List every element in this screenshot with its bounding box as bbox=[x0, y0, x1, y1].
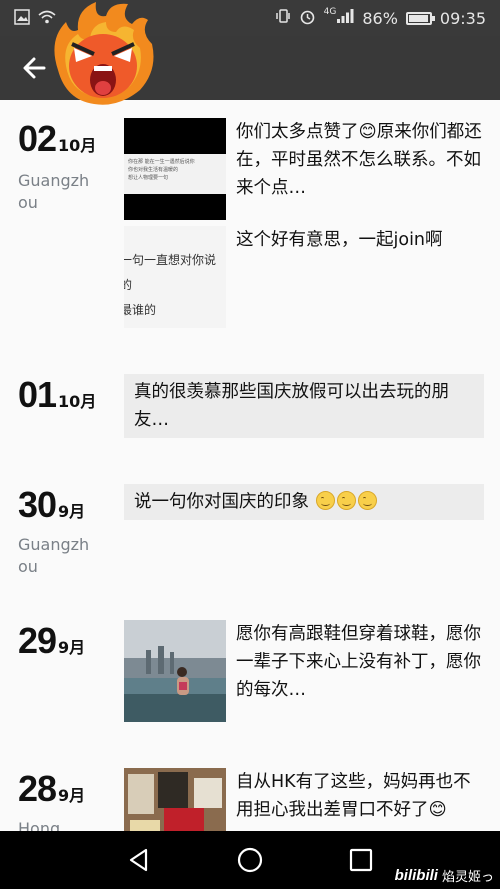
triangle-back-icon[interactable] bbox=[124, 845, 154, 875]
network-type: 4G bbox=[323, 7, 337, 17]
post-text[interactable]: 自从HK有了这些，妈妈再也不用担心我出差胃口不好了😊 bbox=[236, 768, 486, 824]
entry-date: 29 9月 bbox=[18, 620, 85, 662]
entry-day: 01 bbox=[18, 374, 57, 415]
entry-month: 10月 bbox=[58, 136, 97, 155]
battery-icon bbox=[405, 11, 435, 25]
signal-icon bbox=[336, 8, 354, 28]
thumbnail-text: 最谁的 bbox=[124, 303, 157, 317]
thumbnail-text: 一句一直想对你说的 bbox=[124, 253, 217, 292]
square-recents-icon[interactable] bbox=[346, 845, 376, 875]
text-post-bubble[interactable]: 说一句你对国庆的印象 bbox=[124, 484, 484, 520]
smile-emoji-icon bbox=[357, 491, 377, 510]
entry-day: 02 bbox=[18, 118, 57, 159]
thumbnail-text: 你也对我生活有温暖的 bbox=[128, 167, 179, 173]
entry-day: 30 bbox=[18, 484, 57, 525]
watermark-text: 焰灵姬っ bbox=[441, 870, 494, 885]
entry-month: 9月 bbox=[58, 502, 86, 521]
system-nav-bar: bilibili 焰灵姬っ bbox=[0, 831, 500, 889]
entry-day: 28 bbox=[18, 768, 57, 809]
thumbnail-text: 想让人物理要一句 bbox=[128, 175, 169, 181]
pool-photo bbox=[124, 620, 226, 722]
vibrate-icon bbox=[275, 8, 291, 28]
entry-month: 9月 bbox=[58, 786, 86, 805]
post-text[interactable]: 这个好有意思，一起join啊 bbox=[236, 226, 486, 254]
gallery-notification-icon bbox=[14, 8, 30, 28]
watermark: bilibili 焰灵姬っ bbox=[395, 866, 494, 885]
post-thumbnail[interactable] bbox=[124, 768, 226, 831]
post-text[interactable]: 你们太多点赞了😊原来你们都还在，平时虽然不怎么联系。不如来个点… bbox=[236, 118, 486, 202]
entry-location: Guangzhou bbox=[18, 171, 90, 212]
entry-date: 28 9月 bbox=[18, 768, 85, 810]
entry-month: 9月 bbox=[58, 638, 86, 657]
entry-date: 01 10月 bbox=[18, 374, 96, 416]
thumbnail-text: 一句 bbox=[124, 323, 226, 328]
post-thumbnail[interactable]: 一句一直想对你说的 最谁的 一句 bbox=[124, 226, 226, 328]
entry-day: 29 bbox=[18, 620, 57, 661]
angry-flame-face-avatar[interactable] bbox=[48, 0, 158, 108]
post-thumbnail[interactable]: 你在那 能在一生一遇然后说你 你也对我生活有温暖的 想让人物理要一句 bbox=[124, 118, 226, 220]
battery-percent: 86% bbox=[362, 8, 398, 28]
entry-location: Guangzhou bbox=[18, 535, 90, 576]
thumbnail-text: 你在那 能在一生一遇然后说你 bbox=[128, 159, 195, 165]
circle-home-icon[interactable] bbox=[235, 845, 265, 875]
post-thumbnail[interactable] bbox=[124, 620, 226, 722]
post-text[interactable]: 愿你有高跟鞋但穿着球鞋，愿你一辈子下来心上没有补丁，愿你的每次… bbox=[236, 620, 486, 704]
snacks-photo bbox=[124, 768, 226, 831]
moments-feed[interactable]: 02 10月 Guangzhou 你在那 能在一生一遇然后说你 你也对我生活有温暖… bbox=[0, 100, 500, 831]
clock: 09:35 bbox=[439, 8, 486, 28]
smile-emoji-icon bbox=[315, 491, 335, 510]
alarm-icon bbox=[299, 8, 316, 29]
entry-date: 30 9月 bbox=[18, 484, 85, 526]
text-post-bubble[interactable]: 真的很羡慕那些国庆放假可以出去玩的朋友… bbox=[124, 374, 484, 438]
entry-month: 10月 bbox=[58, 392, 97, 411]
smile-emoji-icon bbox=[336, 491, 356, 510]
entry-date: 02 10月 bbox=[18, 118, 96, 160]
bilibili-logo: bilibili bbox=[394, 867, 438, 884]
entry-location: Hong bbox=[18, 819, 61, 831]
